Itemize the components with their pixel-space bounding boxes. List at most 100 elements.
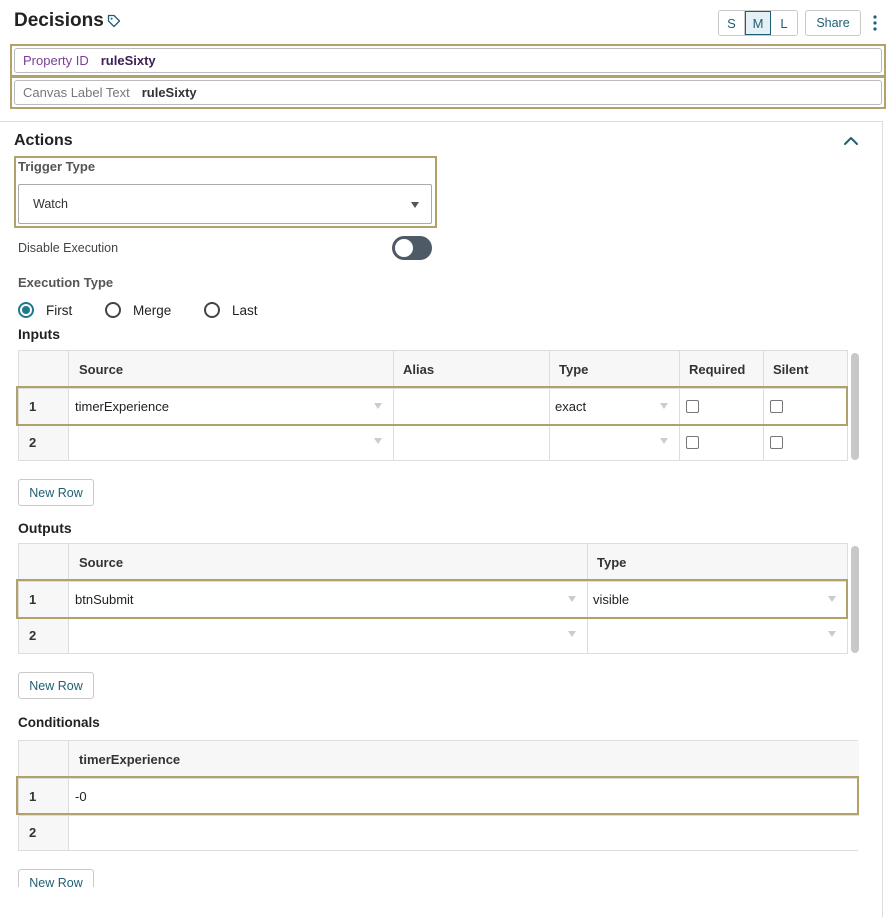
- outputs-row-1-source[interactable]: btnSubmit: [75, 581, 575, 618]
- kebab-menu-icon[interactable]: [869, 12, 881, 34]
- row-divider: [19, 618, 847, 619]
- radio-last-label: Last: [232, 302, 258, 318]
- conditionals-row-1-num: 1: [19, 778, 68, 815]
- dropdown-caret-icon: [828, 596, 836, 602]
- inputs-scrollbar[interactable]: [851, 353, 859, 460]
- canvas-label-label: Canvas Label Text: [23, 85, 130, 100]
- bottom-fade: [0, 887, 882, 917]
- radio-last[interactable]: [204, 302, 220, 318]
- size-small-button[interactable]: S: [719, 11, 745, 35]
- size-toggle-group: S M L: [718, 10, 798, 36]
- inputs-title: Inputs: [18, 326, 60, 342]
- property-id-value: ruleSixty: [100, 53, 156, 68]
- outputs-col-source: Source: [79, 544, 124, 581]
- trigger-type-select[interactable]: Watch: [18, 184, 432, 224]
- inputs-new-row-button[interactable]: New Row: [18, 479, 94, 506]
- share-button[interactable]: Share: [805, 10, 861, 36]
- radio-merge-label: Merge: [133, 302, 172, 318]
- col-divider: [68, 351, 69, 460]
- property-id-field[interactable]: Property ID ruleSixty: [14, 48, 882, 73]
- dropdown-caret-icon: [660, 438, 668, 444]
- col-divider: [763, 351, 764, 460]
- dropdown-caret-icon: [568, 631, 576, 637]
- conditionals-row-1-value[interactable]: -0: [75, 778, 835, 815]
- radio-merge[interactable]: [105, 302, 121, 318]
- inputs-row-1-required-checkbox[interactable]: [686, 400, 699, 413]
- inputs-grid: Source Alias Type Required Silent 1 time…: [18, 350, 848, 461]
- outputs-row-2-type[interactable]: [593, 618, 823, 653]
- row-divider: [19, 581, 847, 582]
- panel-border: [882, 121, 883, 917]
- disable-execution-toggle[interactable]: [392, 236, 432, 260]
- radio-first[interactable]: [18, 302, 34, 318]
- col-divider: [393, 351, 394, 460]
- disable-execution-label: Disable Execution: [18, 241, 119, 255]
- conditionals-grid: timerExperience 1 -0 2: [18, 740, 859, 851]
- inputs-row-2-type[interactable]: [555, 425, 675, 460]
- col-divider: [549, 351, 550, 460]
- conditionals-title: Conditionals: [18, 715, 100, 730]
- col-divider: [68, 741, 69, 850]
- dropdown-caret-icon: [374, 403, 382, 409]
- outputs-row-1-num: 1: [19, 581, 68, 618]
- dropdown-caret-icon: [660, 403, 668, 409]
- dropdown-caret-icon: [568, 596, 576, 602]
- row-divider: [19, 815, 859, 816]
- radio-first-label: First: [46, 302, 73, 318]
- tag-icon[interactable]: [107, 14, 121, 28]
- toggle-knob: [395, 239, 413, 257]
- col-divider: [847, 351, 848, 460]
- row-divider: [19, 425, 847, 426]
- outputs-header-row: [19, 544, 847, 581]
- inputs-row-2-source[interactable]: [75, 425, 393, 460]
- outputs-row-2-source[interactable]: [75, 618, 575, 653]
- inputs-col-alias: Alias: [403, 351, 435, 388]
- col-divider: [68, 544, 69, 653]
- inputs-row-2-silent-checkbox[interactable]: [770, 436, 783, 449]
- execution-option-merge[interactable]: Merge: [105, 302, 171, 318]
- execution-option-last[interactable]: Last: [204, 302, 258, 318]
- inputs-row-2-required-checkbox[interactable]: [686, 436, 699, 449]
- conditionals-new-row-button[interactable]: New Row: [18, 869, 94, 887]
- canvas-label-highlight: Canvas Label Text ruleSixty: [10, 76, 886, 109]
- inputs-row-1-type[interactable]: exact: [555, 388, 675, 425]
- outputs-row-1-type[interactable]: visible: [593, 581, 823, 618]
- row-divider: [19, 778, 859, 779]
- conditionals-col-timer-experience: timerExperience: [79, 741, 181, 778]
- divider: [0, 121, 882, 122]
- conditionals-new-row-clip: New Row: [18, 869, 94, 887]
- trigger-type-label: Trigger Type: [18, 159, 96, 174]
- inputs-col-type: Type: [559, 351, 589, 388]
- property-id-highlight: Property ID ruleSixty: [10, 44, 886, 77]
- dropdown-caret-icon: [411, 202, 419, 208]
- inputs-row-1-silent-checkbox[interactable]: [770, 400, 783, 413]
- outputs-scrollbar[interactable]: [851, 546, 859, 653]
- outputs-grid: Source Type 1 btnSubmit visible 2: [18, 543, 848, 654]
- outputs-row-2-num: 2: [19, 618, 68, 653]
- col-divider: [587, 544, 588, 653]
- canvas-label-value: ruleSixty: [141, 85, 197, 100]
- dropdown-caret-icon: [828, 631, 836, 637]
- size-medium-button[interactable]: M: [745, 11, 771, 35]
- inputs-row-1-source[interactable]: timerExperience: [75, 388, 393, 425]
- size-large-button[interactable]: L: [771, 11, 797, 35]
- inputs-row-1-alias[interactable]: [399, 388, 549, 425]
- conditionals-row-2-value[interactable]: [75, 815, 835, 850]
- outputs-title: Outputs: [18, 520, 72, 536]
- actions-title: Actions: [14, 132, 73, 149]
- execution-type-label: Execution Type: [18, 275, 114, 290]
- outputs-new-row-button[interactable]: New Row: [18, 672, 94, 699]
- page-title: Decisions: [14, 10, 104, 31]
- execution-option-first[interactable]: First: [18, 302, 72, 318]
- dropdown-caret-icon: [374, 438, 382, 444]
- canvas-label-field[interactable]: Canvas Label Text ruleSixty: [14, 80, 882, 105]
- inputs-row-2-num: 2: [19, 425, 68, 460]
- chevron-up-icon[interactable]: [842, 134, 860, 148]
- inputs-col-silent: Silent: [773, 351, 809, 388]
- col-divider: [847, 544, 848, 653]
- row-divider: [19, 388, 847, 389]
- col-divider: [679, 351, 680, 460]
- trigger-type-value: Watch: [33, 197, 68, 211]
- inputs-col-required: Required: [689, 351, 746, 388]
- property-id-label: Property ID: [23, 53, 89, 68]
